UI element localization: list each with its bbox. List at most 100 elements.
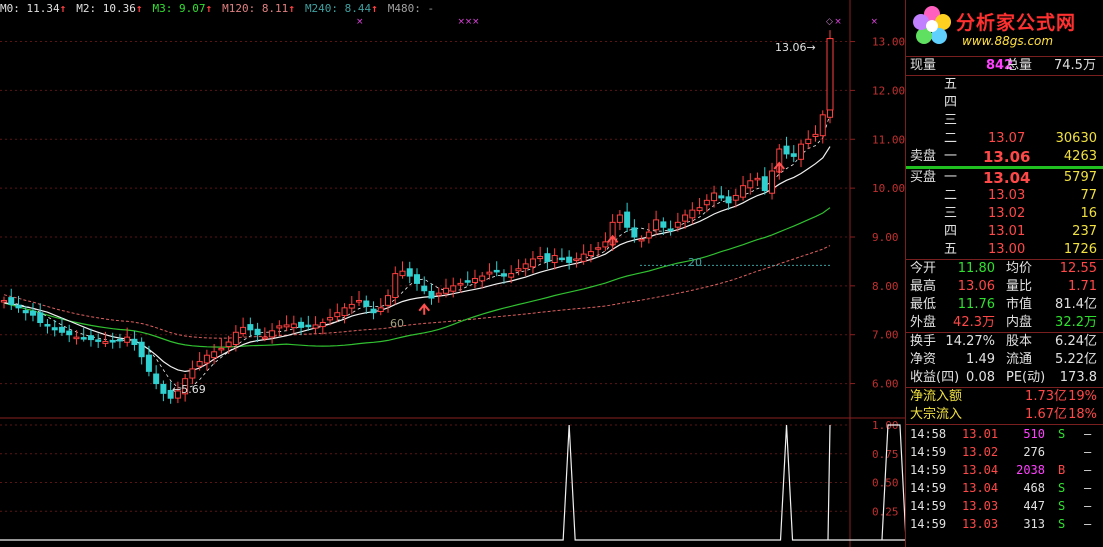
candle-body xyxy=(276,325,283,329)
ma-short-line xyxy=(3,114,831,390)
candle-body xyxy=(80,337,87,340)
candle-body xyxy=(471,278,478,283)
candle-body xyxy=(783,145,790,155)
ask-level[interactable]: 二 13.07 30630 xyxy=(906,130,1103,148)
candle-body xyxy=(544,253,551,262)
candle-body xyxy=(247,324,254,331)
bid-level-1[interactable]: 买盘 一 13.04 5797 xyxy=(906,169,1103,187)
price-tick-label: 6.00 xyxy=(872,378,899,391)
tick-row: 14:59 13.04 468 S — xyxy=(910,481,1092,495)
candle-body xyxy=(406,268,413,277)
candle-body xyxy=(624,211,631,228)
candle-body xyxy=(203,354,210,364)
candle-body xyxy=(153,373,160,385)
bid-level[interactable]: 五 13.00 1726 xyxy=(906,241,1103,259)
ma60-annotation: 60 xyxy=(390,317,404,330)
candle-body xyxy=(87,335,94,341)
bid1-volume: 5797 xyxy=(1063,170,1097,185)
logo-text: 分析家公式网 xyxy=(956,12,1077,34)
candle-body xyxy=(711,192,718,202)
indicator-tick-label: 0.25 xyxy=(872,505,899,518)
ask1-price: 13.06 xyxy=(983,148,1031,166)
bid-level[interactable]: 二 13.03 77 xyxy=(906,187,1103,205)
candle-body xyxy=(131,338,138,345)
candle-body xyxy=(587,251,594,257)
tick-row: 14:59 13.04 2038 B — xyxy=(910,463,1092,477)
ask-level[interactable]: 三 xyxy=(906,112,1103,130)
candle-body xyxy=(812,133,819,137)
candle-body xyxy=(747,180,754,189)
price-tick-label: 12.00 xyxy=(872,84,905,97)
candle-body xyxy=(102,341,109,344)
ma-label-4: M240: 8.44↑ xyxy=(304,2,378,15)
candle-body xyxy=(616,214,623,223)
kline-chart-area[interactable]: 13.00 12.00 11.00 10.00 9.00 8.00 7.00 6.00 1.00… xyxy=(0,0,905,547)
tick-row: 14:59 13.03 447 S — xyxy=(910,499,1092,513)
high-annotation: 13.06→ xyxy=(775,41,816,54)
candle-body xyxy=(29,310,36,316)
candle-body xyxy=(73,336,80,340)
ask-level[interactable]: 四 xyxy=(906,94,1103,112)
candle-body xyxy=(290,323,297,329)
candle-body xyxy=(334,312,341,318)
candle-body xyxy=(602,241,609,248)
bid1-price: 13.04 xyxy=(983,169,1031,187)
now-volume-label: 现量 xyxy=(910,58,937,73)
candle-body xyxy=(95,339,102,342)
ma-label-1: M2: 10.36↑ xyxy=(76,2,143,15)
price-tick-label: 11.00 xyxy=(872,133,905,146)
bid-level[interactable]: 四 13.01 237 xyxy=(906,223,1103,241)
price-tick-label: 10.00 xyxy=(872,182,905,195)
tick-list[interactable]: 14:58 13.01 510 S — 14:59 13.02 276— 14:59 13.04 2… xyxy=(906,425,1103,533)
kline-chart[interactable]: 13.0012.0011.0010.009.008.007.006.001.00… xyxy=(0,0,905,547)
candle-body xyxy=(645,231,652,239)
last-candle xyxy=(826,38,834,111)
candle-body xyxy=(450,285,457,292)
stat-row: 收益(四) 0.08 PE(动) 173.8 xyxy=(910,370,1097,385)
candle-body xyxy=(819,114,826,137)
candle-body xyxy=(51,327,58,331)
candle-body xyxy=(240,326,247,335)
candle-body xyxy=(421,285,428,292)
candle-body xyxy=(58,326,65,333)
candle-body xyxy=(319,321,326,328)
stat-row: 外盘 42.3万 内盘 32.2万 xyxy=(910,315,1097,330)
bid-levels: 二 13.03 77 三 13.02 16 四 13.01 237 五 13.00 1726 xyxy=(906,187,1103,259)
candle-body xyxy=(631,227,638,238)
stat-row: 换手 14.27% 股本 6.24亿 xyxy=(910,334,1097,349)
bid-level[interactable]: 三 13.02 16 xyxy=(906,205,1103,223)
ma-label-5: M480: - xyxy=(387,2,435,15)
candle-body xyxy=(522,263,529,269)
candle-body xyxy=(740,185,747,198)
low-annotation: ←5.69 xyxy=(172,383,206,396)
candle-body xyxy=(761,176,768,192)
stats-block: 今开 11.80 均价 12.55 最高 13.06 量比 1.71 最低 11.76 市值 81.4… xyxy=(906,260,1103,332)
moving-average-bar: M0: 11.34↑ M2: 10.36↑ M3: 9.07↑ M120: 8.11↑… xyxy=(0,2,444,18)
candle-body xyxy=(189,368,196,379)
total-volume-value: 74.5万 xyxy=(1054,58,1096,73)
candle-body xyxy=(479,275,486,282)
candle-body xyxy=(377,307,384,312)
candle-body xyxy=(798,143,805,160)
ask-level[interactable]: 五 xyxy=(906,76,1103,94)
candle-body xyxy=(298,321,305,328)
candle-body xyxy=(348,303,355,309)
candle-body xyxy=(428,290,435,299)
ma-label-2: M3: 9.07↑ xyxy=(152,2,213,15)
candle-body xyxy=(356,300,363,303)
ma-label-3: M120: 8.11↑ xyxy=(222,2,295,15)
candle-body xyxy=(138,341,145,358)
candle-body xyxy=(399,270,406,277)
candle-body xyxy=(537,256,544,260)
tick-row: 14:59 13.03 313 S — xyxy=(910,517,1092,531)
candle-body xyxy=(1,300,7,303)
candle-body xyxy=(196,361,203,367)
stat-row: 最低 11.76 市值 81.4亿 xyxy=(910,297,1097,312)
candle-body xyxy=(66,330,73,336)
signal-marker: × xyxy=(356,17,364,27)
logo-url: www.88gs.com xyxy=(962,34,1054,48)
candle-body xyxy=(508,273,515,278)
signal-marker: × xyxy=(472,17,480,27)
ask-level-1[interactable]: 卖盘 一 13.06 4263 xyxy=(906,148,1103,166)
candle-body xyxy=(580,253,587,262)
